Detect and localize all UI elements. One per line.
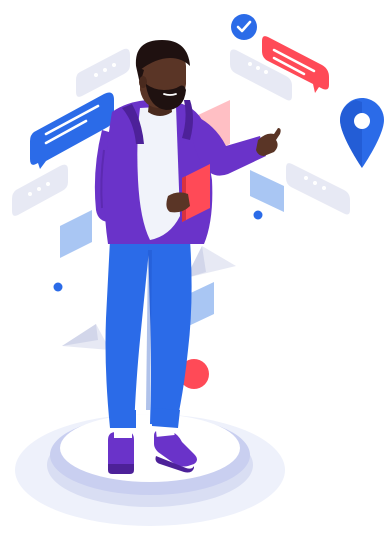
chat-bubble-grey-mid-left bbox=[12, 164, 68, 216]
checkmark-icon bbox=[231, 14, 257, 40]
floating-card-left bbox=[60, 210, 92, 258]
location-pin-icon bbox=[340, 98, 384, 168]
legs bbox=[105, 240, 192, 428]
floating-card-right bbox=[250, 170, 284, 212]
paper-plane-icon bbox=[186, 246, 236, 278]
head bbox=[135, 40, 190, 110]
person bbox=[94, 40, 281, 474]
chat-bubble-grey-top-left bbox=[76, 48, 130, 97]
paper-plane-icon bbox=[62, 324, 110, 350]
dot-left bbox=[53, 282, 63, 292]
illustration-scene bbox=[12, 14, 384, 526]
chat-bubble-grey-right bbox=[286, 163, 350, 215]
dot-right bbox=[253, 210, 263, 220]
platform bbox=[15, 414, 285, 526]
